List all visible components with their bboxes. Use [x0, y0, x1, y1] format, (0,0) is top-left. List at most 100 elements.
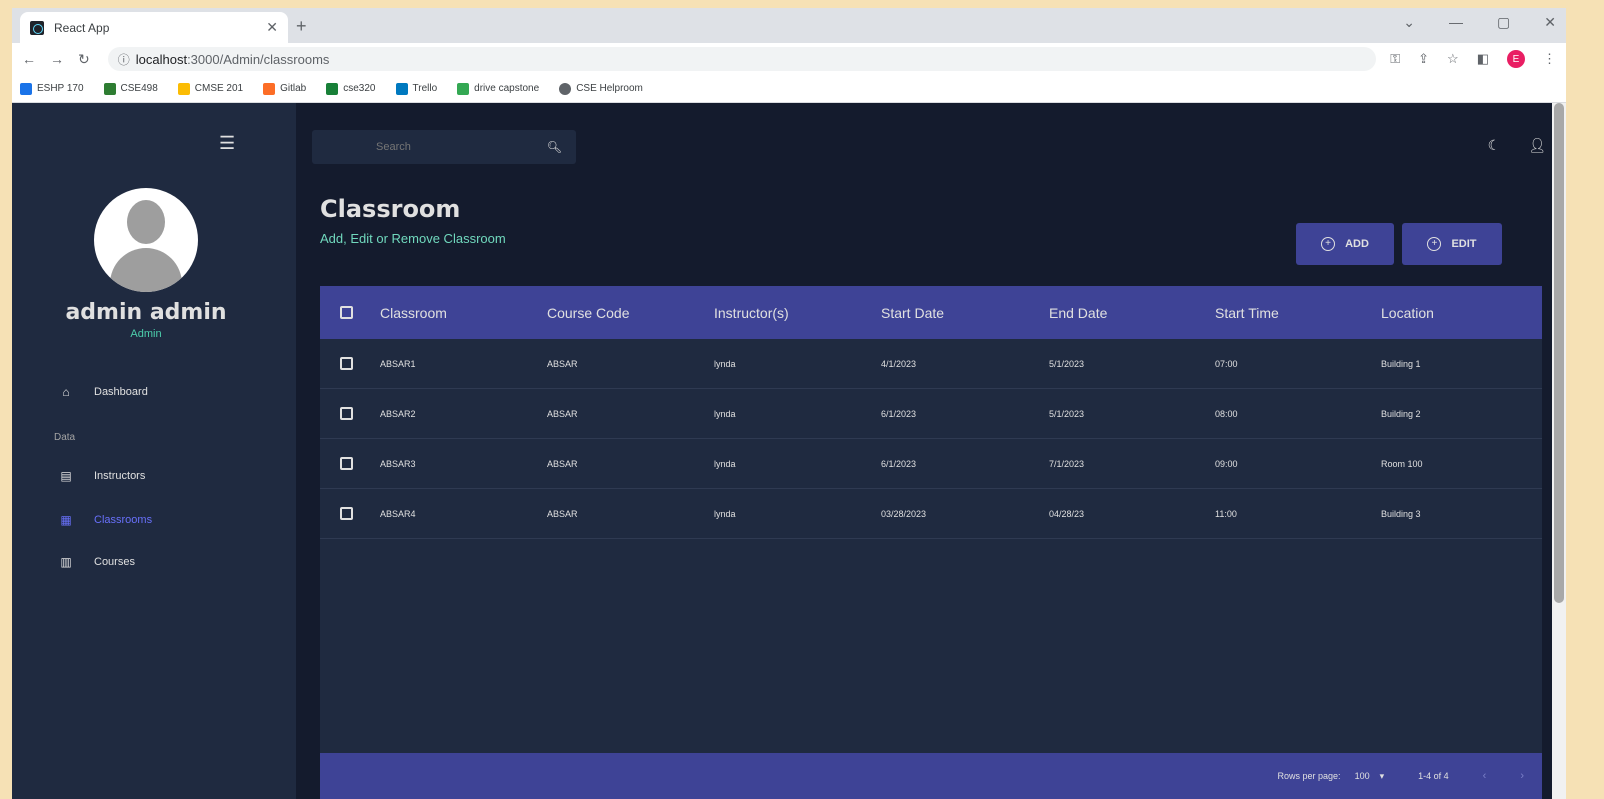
sidepanel-icon[interactable]: ◧: [1477, 51, 1489, 67]
table-cell: 09:00: [1215, 458, 1238, 469]
sidebar-item-courses[interactable]: ▥ Courses: [60, 555, 135, 569]
star-icon[interactable]: ☆: [1447, 51, 1459, 67]
globe-icon: [559, 82, 572, 95]
close-window-icon[interactable]: ✕: [1544, 14, 1556, 31]
table-cell: 07:00: [1215, 358, 1238, 369]
back-icon[interactable]: ←: [22, 51, 36, 67]
table-row[interactable]: ABSAR2 ABSAR lynda 6/1/2023 5/1/2023 08:…: [320, 389, 1542, 439]
menu-toggle-icon[interactable]: ☰: [219, 133, 235, 154]
rows-per-page-select[interactable]: 100 ▾: [1355, 771, 1385, 782]
browser-tab[interactable]: React App ✕: [20, 12, 288, 43]
scrollbar-thumb[interactable]: [1554, 103, 1564, 603]
table-cell: lynda: [714, 408, 736, 419]
sidebar-item-classrooms[interactable]: ▦ Classrooms: [60, 513, 152, 527]
sidebar-item-dashboard[interactable]: ⌂ Dashboard: [60, 385, 148, 399]
table-cell: 08:00: [1215, 408, 1238, 419]
menu-icon[interactable]: ⋮: [1543, 51, 1556, 67]
new-tab-icon[interactable]: +: [296, 16, 307, 37]
table-cell: 5/1/2023: [1049, 358, 1085, 369]
minimize-icon[interactable]: —: [1449, 14, 1463, 31]
column-header[interactable]: Classroom: [380, 305, 547, 321]
trello-icon: [395, 82, 408, 95]
sidebar-section-data: Data: [54, 432, 76, 443]
rows-per-page-value: 100: [1354, 771, 1370, 781]
avatar-body: [110, 248, 182, 292]
caret-down-icon: ▾: [1379, 770, 1385, 781]
column-header[interactable]: Instructor(s): [714, 305, 881, 321]
add-button-label: ADD: [1345, 238, 1369, 250]
table-cell: Room 100: [1381, 458, 1423, 469]
key-icon[interactable]: ⚿: [1390, 51, 1400, 67]
next-page-icon[interactable]: ›: [1520, 770, 1524, 782]
bookmark-item[interactable]: Trello: [395, 82, 437, 95]
dark-mode-icon[interactable]: ☾: [1488, 137, 1501, 154]
search-input[interactable]: [376, 141, 526, 153]
search-icon[interactable]: 🔍︎: [547, 140, 562, 154]
share-icon[interactable]: ⇪: [1418, 51, 1429, 67]
chevron-down-icon[interactable]: ⌄: [1403, 14, 1415, 31]
person-icon[interactable]: 👤︎: [1528, 137, 1546, 154]
profile-avatar-icon[interactable]: E: [1507, 50, 1525, 68]
url-field[interactable]: ⓘ localhost :3000/Admin/classrooms: [107, 47, 1377, 71]
sidebar-item-label: Classrooms: [94, 514, 153, 526]
drive-icon: [177, 82, 190, 95]
page-subtitle: Add, Edit or Remove Classroom: [320, 231, 506, 246]
select-all-checkbox[interactable]: [340, 306, 353, 319]
gitlab-icon: [263, 82, 276, 95]
forward-icon[interactable]: →: [50, 51, 64, 67]
home-icon: ⌂: [62, 385, 70, 399]
table-row[interactable]: ABSAR1 ABSAR lynda 4/1/2023 5/1/2023 07:…: [320, 339, 1542, 389]
react-favicon-icon: [30, 20, 44, 35]
bookmark-icon: [103, 82, 116, 95]
column-header[interactable]: Location: [1381, 305, 1521, 321]
add-circle-icon: +: [1321, 237, 1336, 251]
edit-button-label: EDIT: [1451, 238, 1477, 250]
pagination-range: 1-4 of 4: [1418, 771, 1449, 781]
table-cell: lynda: [714, 358, 736, 369]
sidebar-item-label: Dashboard: [94, 386, 148, 398]
row-checkbox[interactable]: [340, 407, 353, 420]
table-row[interactable]: ABSAR4 ABSAR lynda 03/28/2023 04/28/23 1…: [320, 489, 1542, 539]
add-button[interactable]: + ADD: [1296, 223, 1394, 265]
table-cell: ABSAR1: [380, 358, 416, 369]
page-scrollbar[interactable]: [1552, 103, 1566, 799]
table-cell: ABSAR2: [380, 408, 416, 419]
table-cell: ABSAR4: [380, 508, 416, 519]
edit-button[interactable]: + EDIT: [1402, 223, 1502, 265]
bookmark-item[interactable]: cse320: [326, 82, 376, 95]
table-cell: ABSAR: [547, 458, 578, 469]
reload-icon[interactable]: ↻: [78, 51, 90, 68]
sidebar-item-instructors[interactable]: ▤ Instructors: [60, 469, 145, 483]
avatar: [94, 188, 198, 292]
bookmark-item[interactable]: CSE498: [103, 82, 158, 95]
bookmark-item[interactable]: Gitlab: [263, 82, 306, 95]
rows-per-page-label: Rows per page:: [1277, 771, 1341, 781]
classroom-icon: ▦: [60, 513, 72, 527]
bookmark-item[interactable]: ESHP 170: [20, 82, 84, 95]
table-cell: ABSAR3: [380, 458, 416, 469]
table-cell: 11:00: [1215, 508, 1237, 519]
table-cell: 6/1/2023: [881, 408, 917, 419]
row-checkbox[interactable]: [340, 357, 353, 370]
add-circle-icon: +: [1427, 237, 1442, 251]
previous-page-icon[interactable]: ‹: [1483, 770, 1487, 782]
bookmark-item[interactable]: drive capstone: [457, 82, 539, 95]
column-header[interactable]: Start Time: [1215, 305, 1381, 321]
column-header[interactable]: Course Code: [547, 305, 714, 321]
user-name: admin admin: [65, 300, 227, 325]
row-checkbox[interactable]: [340, 457, 353, 470]
drive-icon: [457, 82, 470, 95]
address-bar-actions: ⚿ ⇪ ☆ ◧ E ⋮: [1390, 50, 1556, 68]
bookmark-item[interactable]: CMSE 201: [177, 82, 243, 95]
table-row[interactable]: ABSAR3 ABSAR lynda 6/1/2023 7/1/2023 09:…: [320, 439, 1542, 489]
maximize-icon[interactable]: ▢: [1497, 14, 1510, 31]
bookmark-item[interactable]: CSE Helproom: [559, 82, 643, 95]
site-info-icon[interactable]: ⓘ: [118, 51, 130, 68]
bookmarks-bar: ESHP 170 CSE498 CMSE 201 Gitlab cse320 T…: [12, 75, 1566, 103]
row-checkbox[interactable]: [340, 507, 353, 520]
table-cell: ABSAR: [547, 358, 578, 369]
column-header[interactable]: End Date: [1049, 305, 1215, 321]
table-cell: 5/1/2023: [1049, 408, 1085, 419]
close-tab-icon[interactable]: ✕: [266, 19, 278, 36]
column-header[interactable]: Start Date: [881, 305, 1049, 321]
